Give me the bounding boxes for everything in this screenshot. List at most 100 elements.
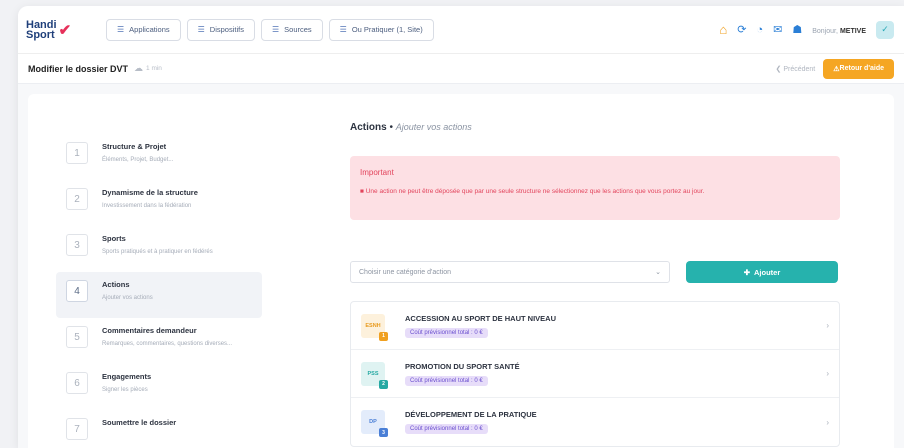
- action-item[interactable]: DP 3 DÉVELOPPEMENT DE LA PRATIQUE Coût pré…: [351, 398, 839, 446]
- logo-text: Handi Sport: [26, 18, 57, 41]
- step-title: Engagements: [102, 372, 152, 381]
- actions-list: ESNH 1 ACCESSION AU SPORT DE HAUT NIVEAU C…: [350, 301, 840, 447]
- tile-badge: 2: [379, 379, 388, 389]
- nav-sources[interactable]: ☰ Sources: [260, 18, 323, 41]
- list-icon: ☰: [271, 25, 280, 34]
- step-number: 3: [66, 234, 88, 256]
- step-subtitle: Éléments, Projet, Budget...: [102, 157, 174, 163]
- step-4[interactable]: 4 Actions Ajouter vos actions: [56, 272, 262, 318]
- cost-badge: Coût prévisionnel total : 0 €: [405, 327, 488, 338]
- tile-text: PSS: [367, 370, 379, 377]
- content-panel: 1 Structure & Projet Éléments, Projet, Bud…: [28, 94, 894, 448]
- user-name: METIVE: [839, 27, 866, 35]
- help-icon[interactable]: ◔: [757, 24, 764, 36]
- step-1[interactable]: 1 Structure & Projet Éléments, Projet, Bud…: [56, 134, 262, 180]
- action-text: PROMOTION DU SPORT SANTÉ Coût prévisionne…: [405, 362, 520, 386]
- logo-text-line-2: Sport: [26, 28, 55, 41]
- step-2[interactable]: 2 Dynamisme de la structure Investissement…: [56, 180, 262, 226]
- action-text: DÉVELOPPEMENT DE LA PRATIQUE Coût prévisi…: [405, 410, 537, 434]
- action-item[interactable]: PSS 2 PROMOTION DU SPORT SANTÉ Coût prévis…: [351, 350, 839, 398]
- step-subtitle: Investissement dans la fédération: [102, 203, 192, 209]
- cost-badge: Coût prévisionnel total : 0 €: [405, 424, 488, 434]
- sub-bar-actions: ❮ Précédent ⚠ Retour d'aide: [776, 58, 894, 79]
- step-number: 5: [66, 326, 88, 348]
- section-heading-subtitle: Ajouter vos actions: [395, 122, 472, 132]
- step-text: Actions Ajouter vos actions: [102, 278, 153, 302]
- avatar[interactable]: ✓: [876, 20, 894, 39]
- chevron-right-icon: ›: [826, 321, 829, 330]
- step-title: Sports: [102, 234, 126, 243]
- logo[interactable]: Handi Sport ✔: [26, 15, 92, 45]
- step-number: 7: [66, 418, 88, 440]
- step-title: Structure & Projet: [102, 142, 167, 151]
- top-bar: Handi Sport ✔ ☰ Applications ☰ Dispositifs…: [18, 6, 904, 54]
- step-3[interactable]: 3 Sports Sports pratiqués et à pratiquer e…: [56, 226, 262, 272]
- important-alert: Important ■ Une action ne peut être dépo…: [350, 156, 840, 220]
- step-number: 1: [66, 142, 88, 164]
- chevron-right-icon: ›: [826, 417, 829, 427]
- tile-text: ESNH: [365, 322, 381, 329]
- chevron-right-icon: ›: [826, 369, 829, 378]
- previous-label: Précédent: [783, 65, 816, 73]
- bell-icon[interactable]: ✉: [773, 23, 782, 36]
- main-section: Actions • Ajouter vos actions Important …: [350, 122, 840, 447]
- step-7[interactable]: 7 Soumettre le dossier: [56, 410, 262, 448]
- step-text: Dynamisme de la structure Investissement …: [102, 186, 198, 210]
- refresh-icon[interactable]: ⟳: [737, 23, 746, 36]
- nav-dispositifs[interactable]: ☰ Dispositifs: [186, 18, 255, 41]
- action-tile: ESNH 1: [361, 313, 388, 341]
- alert-title: Important: [360, 168, 394, 177]
- action-category-select[interactable]: Choisir une catégorie d'action ⌄: [350, 261, 670, 283]
- add-button[interactable]: ✚ Ajouter: [686, 261, 838, 283]
- step-subtitle: Ajouter vos actions: [102, 295, 153, 301]
- logo-mark-icon: ✔: [58, 21, 72, 39]
- step-text: Sports Sports pratiqués et à pratiquer en…: [102, 232, 213, 256]
- top-right-tools: ⌂ ⟳ ◔ ✉ ☗ Bonjour, METIVE ✓: [719, 20, 894, 39]
- plus-icon: ✚: [743, 267, 751, 277]
- section-heading-title: Actions: [350, 122, 387, 133]
- list-icon: ☰: [197, 25, 205, 34]
- nav-applications[interactable]: ☰ Applications: [106, 18, 181, 41]
- action-title: DÉVELOPPEMENT DE LA PRATIQUE: [405, 410, 537, 419]
- user-icon[interactable]: ☗: [792, 23, 802, 36]
- step-number: 4: [66, 280, 88, 302]
- chevron-down-icon: ⌄: [655, 269, 661, 276]
- select-placeholder: Choisir une catégorie d'action: [359, 268, 452, 276]
- step-text: Commentaires demandeur Remarques, comment…: [102, 324, 232, 348]
- cloud-icon: ☁: [134, 63, 144, 73]
- nav-label: Ou Pratiquer (1, Site): [351, 25, 423, 34]
- step-title: Soumettre le dossier: [102, 418, 177, 427]
- section-heading: Actions • Ajouter vos actions: [350, 122, 840, 133]
- action-item[interactable]: ESNH 1 ACCESSION AU SPORT DE HAUT NIVEAU C…: [351, 302, 839, 350]
- saved-time: 1 min: [146, 65, 162, 72]
- step-6[interactable]: 6 Engagements Signer les pièces: [56, 364, 262, 410]
- previous-button[interactable]: ❮ Précédent: [776, 65, 816, 73]
- logo-text-line-1: Handi: [26, 18, 57, 31]
- sub-bar: Modifier le dossier DVT ☁ 1 min ❮ Précéd…: [18, 54, 904, 84]
- cost-badge: Coût prévisionnel total : 0 €: [405, 375, 488, 386]
- step-title: Dynamisme de la structure: [102, 188, 198, 197]
- action-title: PROMOTION DU SPORT SANTÉ: [405, 361, 520, 371]
- steps-list: 1 Structure & Projet Éléments, Projet, Bud…: [56, 134, 262, 448]
- step-number: 2: [66, 188, 88, 210]
- tile-badge: 3: [379, 428, 388, 437]
- main-nav: ☰ Applications ☰ Dispositifs ☰ Sources ☰ Ou …: [106, 18, 434, 41]
- nav-ou-pratiquer[interactable]: ☰ Ou Pratiquer (1, Site): [328, 18, 434, 41]
- nav-label: Applications: [129, 25, 170, 34]
- page-title: Modifier le dossier DVT: [28, 63, 129, 74]
- add-button-label: Ajouter: [754, 267, 781, 277]
- home-icon[interactable]: ⌂: [719, 22, 727, 37]
- step-number: 6: [66, 372, 88, 394]
- step-subtitle: Sports pratiqués et à pratiquer en fédér…: [102, 249, 213, 255]
- step-title: Commentaires demandeur: [102, 326, 197, 335]
- tile-text: DP: [369, 419, 377, 425]
- action-tile: DP 3: [361, 410, 388, 437]
- step-text: Engagements Signer les pièces: [102, 370, 151, 394]
- action-tile: PSS 2: [361, 361, 388, 389]
- list-icon: ☰: [117, 25, 125, 34]
- tile-badge: 1: [379, 331, 388, 341]
- nav-label: Dispositifs: [209, 25, 244, 34]
- step-5[interactable]: 5 Commentaires demandeur Remarques, commen…: [56, 318, 262, 364]
- step-text: Soumettre le dossier: [102, 416, 176, 432]
- return-help-button[interactable]: ⚠ Retour d'aide: [823, 58, 894, 79]
